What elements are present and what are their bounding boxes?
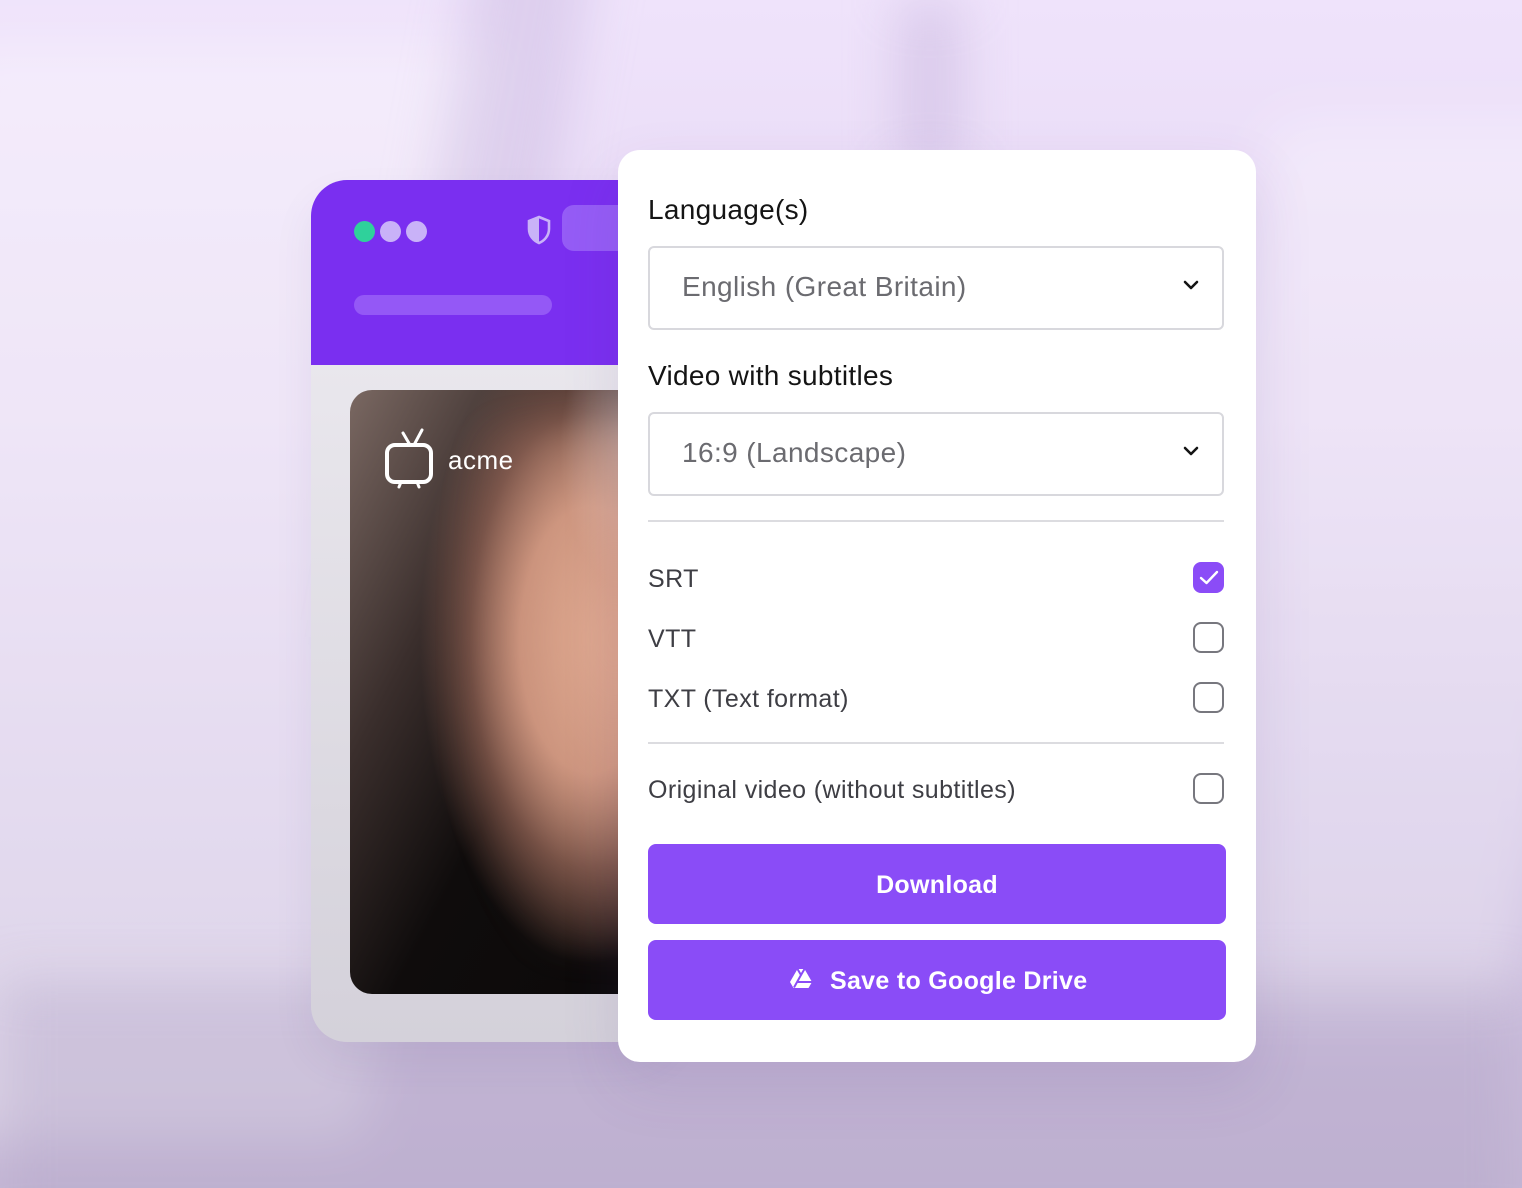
brand-name: acme xyxy=(448,445,514,475)
txt-checkbox[interactable] xyxy=(1193,682,1224,713)
chevron-down-icon xyxy=(1183,446,1199,456)
mockup-header xyxy=(311,180,671,365)
language-select[interactable]: English (Great Britain) xyxy=(648,246,1224,330)
divider xyxy=(648,742,1224,744)
window-dot xyxy=(380,221,401,242)
video-format-select[interactable]: 16:9 (Landscape) xyxy=(648,412,1224,496)
format-option-label: SRT xyxy=(648,565,699,593)
window-dot xyxy=(406,221,427,242)
language-select-value: English (Great Britain) xyxy=(682,271,967,302)
google-drive-icon xyxy=(790,968,812,988)
divider xyxy=(648,520,1224,522)
format-option-label: TXT (Text format) xyxy=(648,685,849,713)
format-option-vtt[interactable]: VTT xyxy=(648,620,1224,660)
save-to-google-drive-label: Save to Google Drive xyxy=(830,967,1088,995)
video-format-title: Video with subtitles xyxy=(648,360,894,391)
background-stage: acme Language(s) English (Great Britain)… xyxy=(0,0,1522,1188)
tv-icon xyxy=(385,428,433,489)
window-dot-green xyxy=(354,221,375,242)
format-option-srt[interactable]: SRT xyxy=(648,560,1224,600)
checkmark-icon xyxy=(1199,570,1219,585)
placeholder-bar xyxy=(354,295,552,315)
light-shadow xyxy=(900,0,960,170)
srt-checkbox[interactable] xyxy=(1193,562,1224,593)
shield-icon xyxy=(527,215,551,245)
original-video-label: Original video (without subtitles) xyxy=(648,776,1016,804)
original-video-checkbox[interactable] xyxy=(1193,773,1224,804)
format-option-txt[interactable]: TXT (Text format) xyxy=(648,680,1224,720)
vtt-checkbox[interactable] xyxy=(1193,622,1224,653)
format-option-label: VTT xyxy=(648,625,697,653)
export-dialog: Language(s) English (Great Britain) Vide… xyxy=(618,150,1256,1062)
language-title: Language(s) xyxy=(648,194,809,225)
browser-mockup: acme xyxy=(311,180,671,1042)
download-button[interactable]: Download xyxy=(648,844,1226,924)
video-format-select-value: 16:9 (Landscape) xyxy=(682,437,907,468)
original-video-option[interactable]: Original video (without subtitles) xyxy=(648,771,1224,811)
chevron-down-icon xyxy=(1183,280,1199,290)
download-button-label: Download xyxy=(876,871,998,899)
save-to-google-drive-button[interactable]: Save to Google Drive xyxy=(648,940,1226,1020)
